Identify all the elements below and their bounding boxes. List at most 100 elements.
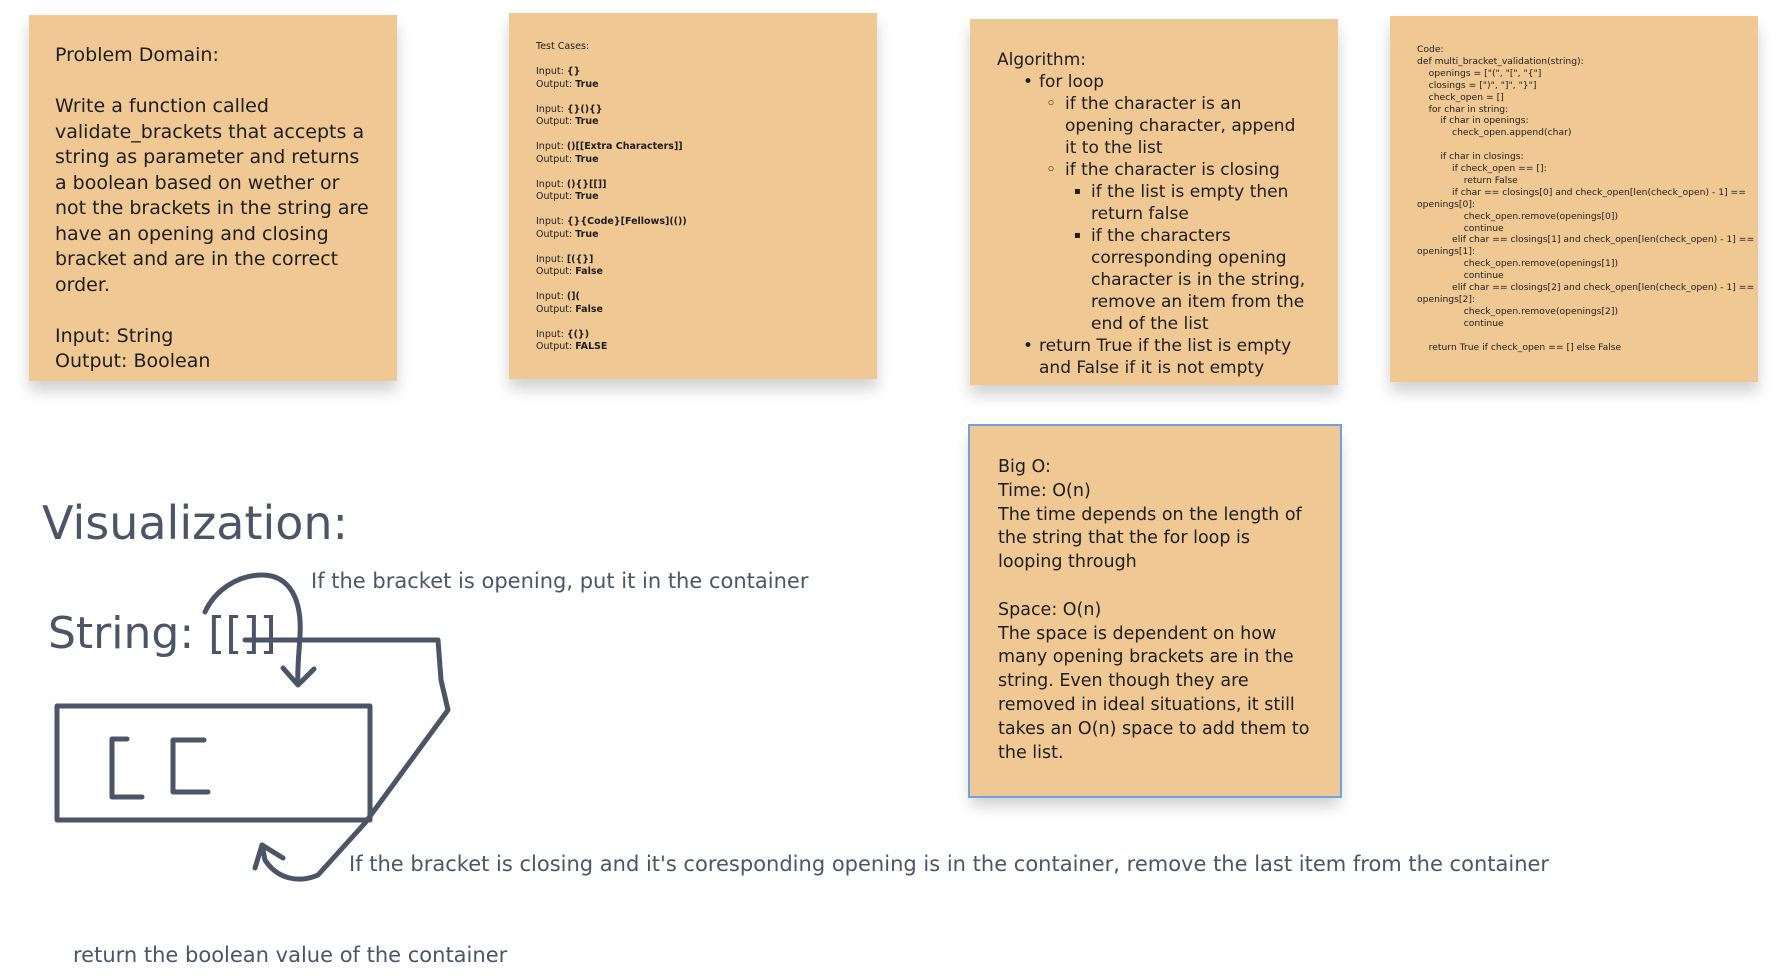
test-case-output-prefix: Output: [536,153,576,165]
test-cases-title: Test Cases: [536,41,590,52]
annotation-closing[interactable]: If the bracket is closing and it's cores… [349,852,1549,876]
algorithm-loop-text: for loop [1039,72,1105,92]
code-line: continue [1417,222,1504,234]
test-case-output-value: True [575,116,599,127]
test-case: Input: {(}) Output: FALSE [536,329,850,354]
test-case: Input: ()[[Extra Characters]] Output: Tru… [536,141,850,166]
test-case-input-prefix: Input: [536,141,567,152]
test-case-output-value: True [575,228,599,240]
code-line: continue [1417,270,1504,282]
test-case-output: Output: False [536,266,850,279]
test-case-output-prefix: Output: [536,341,576,352]
test-case: Input: (){}[[]] Output: True [536,179,850,204]
test-case-input-prefix: Input: [536,216,567,227]
test-case-output-value: False [575,303,603,315]
test-case: Input: {}(){} Output: True [536,104,850,129]
test-case-output-prefix: Output: [536,303,576,315]
test-case-input-value: (){}[[]] [566,178,607,190]
test-case-input-value: ()[[Extra Characters]] [566,141,683,152]
sticky-note-algorithm[interactable]: Algorithm: for loop if the character is … [970,19,1338,385]
sticky-note-test-cases[interactable]: Test Cases: Input: {} Output: True Input: … [509,13,877,379]
test-case-input-value: [({}] [566,253,594,265]
test-case-output-value: False [575,266,603,277]
algorithm-if-closing-text: if the character is closing [1065,160,1280,180]
test-case: Input: (](Output: False [536,291,850,316]
algorithm-item-loop: for loop if the character is an opening … [997,71,1311,335]
test-case-output: Output: True [536,154,850,167]
visualization-title[interactable]: Visualization: [42,496,348,550]
test-case-input: Input: (){}[[]] [536,179,850,192]
test-case-input-prefix: Input: [536,291,567,302]
test-case-output-prefix: Output: [536,266,576,277]
sticky-note-code[interactable]: Code: def multi_bracket_validation(string… [1390,16,1758,382]
code-line: check_open.remove(openings[2]) [1417,305,1619,317]
test-case-output: Output: True [536,229,850,242]
closing-arrowhead [252,842,286,871]
test-case-output: Output: False [536,304,850,317]
test-case-input: Input: [({}] [536,254,850,267]
test-case-input: Input: {}{Code}[Fellows](()) [536,216,850,229]
problem-domain-description: Write a function called validate_bracket… [55,95,369,296]
code-line: def multi_bracket_validation(string): [1417,55,1584,67]
code-line: continue [1417,317,1504,329]
test-case-input: Input: {}(){} [536,104,850,117]
code-line: Code: [1417,44,1444,55]
container-bracket-2 [170,737,211,795]
test-case-input: Input: {(}) [536,329,850,342]
test-case-output: Output: FALSE [536,341,850,354]
sticky-note-big-o[interactable]: Big O: Time: O(n) The time depends on th… [968,424,1342,798]
opening-arrowhead [280,665,317,688]
test-case-output-prefix: Output: [536,116,576,127]
code-line: closings = [")", "]", "}"] [1417,79,1537,91]
test-case-input-value: {(}) [566,328,590,340]
test-case-output-prefix: Output: [536,191,576,202]
big-o-space: Space: O(n) The space is dependent on ho… [998,599,1310,763]
algorithm-list: for loop if the character is an opening … [997,71,1311,379]
sticky-note-problem-domain[interactable]: Problem Domain: Write a function called … [29,15,397,381]
algorithm-sublist-closing: if the list is empty then return false i… [1065,181,1311,335]
algorithm-item-if-corresponding: if the characters corresponding opening … [997,225,1311,335]
test-case-output-value: FALSE [575,341,608,352]
algorithm-item-if-opening: if the character is an opening character… [997,93,1311,159]
test-case-input-value: {}(){} [566,103,603,115]
test-case-output-value: True [575,191,599,202]
test-case: Input: [({}] Output: False [536,254,850,279]
string-label[interactable]: String: [[]] [48,608,277,659]
test-case: Input: {}{Code}[Fellows](()) Output: True [536,216,850,241]
test-case-input-value: {}{Code}[Fellows](()) [566,216,687,227]
test-case-input-prefix: Input: [536,103,567,115]
test-case: Input: {} Output: True [536,66,850,91]
container-box [54,703,373,823]
code-line: if char in openings: [1417,115,1529,127]
test-case-input: Input: {} [536,66,850,79]
test-case-input-value: {} [566,66,581,77]
test-case-output-value: True [575,78,599,90]
code-line: openings = ["(", "[", "{"] [1417,67,1542,79]
code-line: if check_open == []: [1417,163,1547,175]
test-cases-list: Input: {} Output: True Input: {}(){} Output… [536,66,850,354]
container-bracket-1 [109,736,145,800]
test-case-output-value: True [575,153,599,165]
annotation-opening[interactable]: If the bracket is opening, put it in the… [311,569,808,593]
test-case-output-prefix: Output: [536,78,576,90]
test-case-output: Output: True [536,191,850,204]
problem-domain-io: Input: String Output: Boolean [55,324,211,373]
closing-path [242,637,451,882]
annotation-return[interactable]: return the boolean value of the containe… [73,943,507,967]
code-line: openings[2]: [1417,294,1476,306]
test-case-output: Output: True [536,116,850,129]
test-case-output: Output: True [536,79,850,92]
code-line: check_open.remove(openings[0]) [1417,210,1619,222]
test-case-input-prefix: Input: [536,178,567,190]
test-case-input-prefix: Input: [536,66,567,77]
test-case-input: Input: (]( [536,291,850,304]
test-case-input-prefix: Input: [536,328,567,340]
test-case-input-prefix: Input: [536,253,567,265]
big-o-time: Big O: Time: O(n) The time depends on th… [998,457,1302,573]
code-block: Code: def multi_bracket_validation(string… [1417,44,1755,354]
code-line: elif char == closings[1] and check_open[… [1417,234,1755,246]
test-case-output-prefix: Output: [536,228,576,240]
test-case-input-value: (]( [566,291,580,302]
